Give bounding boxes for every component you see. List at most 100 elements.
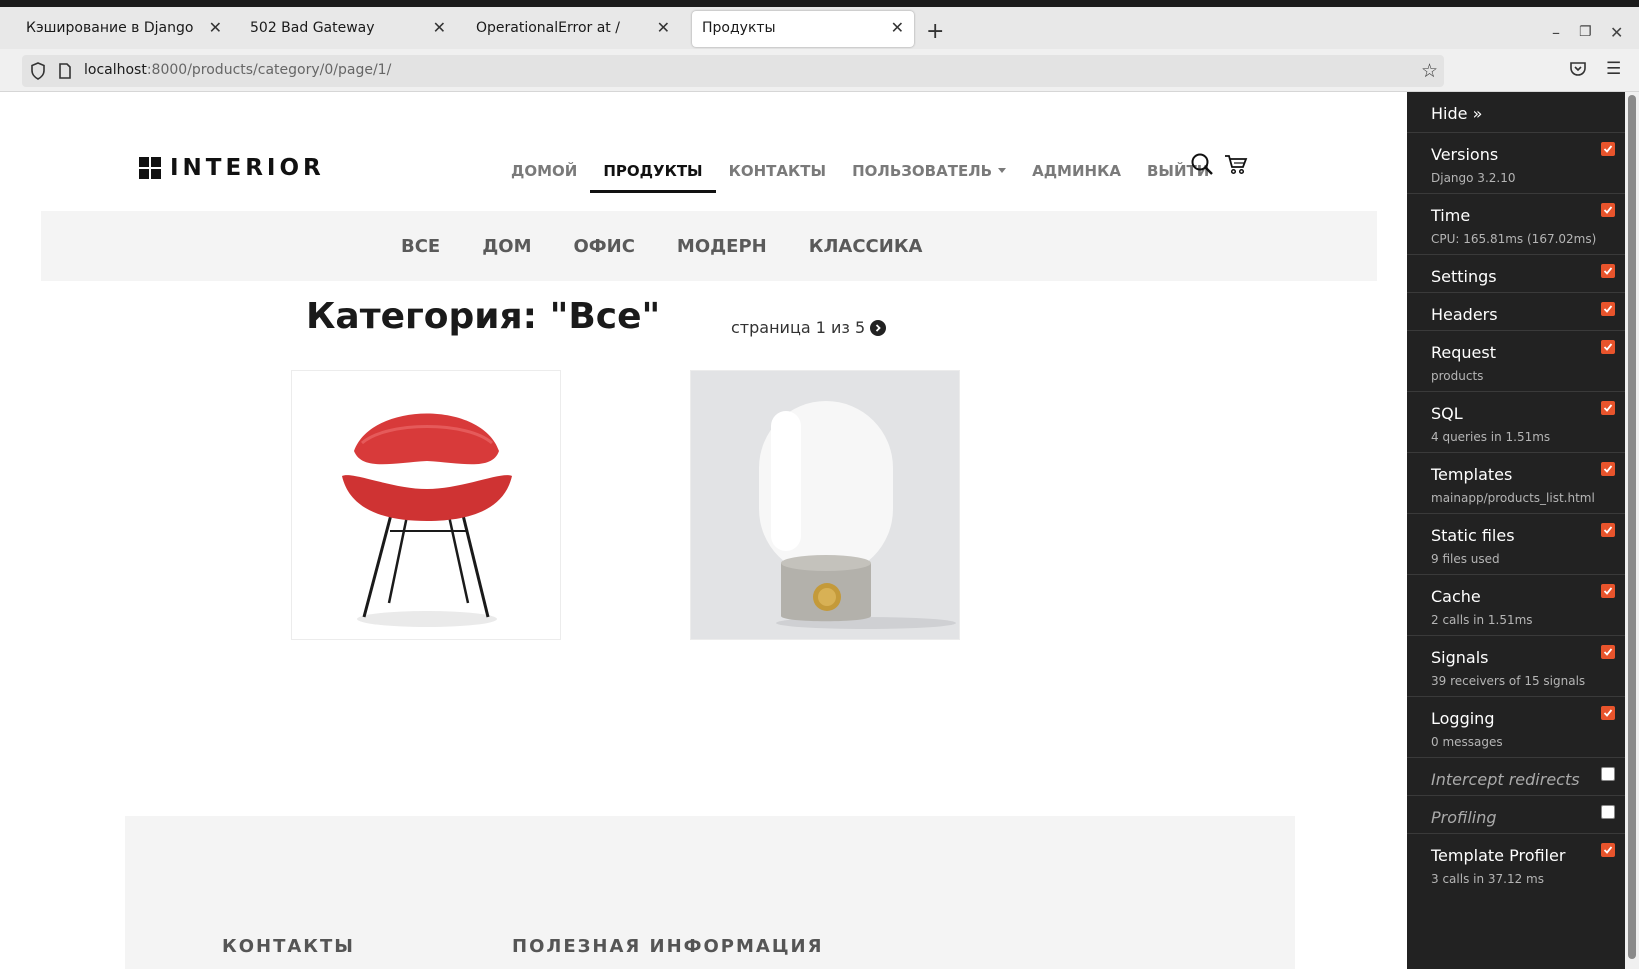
- nav-item-home[interactable]: ДОМОЙ: [511, 162, 577, 180]
- minimize-icon[interactable]: –: [1552, 23, 1560, 42]
- browser-tab[interactable]: 502 Bad Gateway ✕: [236, 11, 456, 47]
- scrollbar-thumb[interactable]: [1628, 95, 1636, 959]
- search-icon[interactable]: [1190, 152, 1214, 176]
- close-icon[interactable]: ✕: [433, 18, 446, 37]
- panel-subtitle: 39 receivers of 15 signals: [1431, 674, 1586, 688]
- divider: [1407, 635, 1625, 636]
- nav-item-admin[interactable]: АДМИНКА: [1032, 162, 1121, 180]
- main-nav: ДОМОЙ ПРОДУКТЫ КОНТАКТЫ ПОЛЬЗОВАТЕЛЬ АДМ…: [511, 162, 1235, 193]
- bookmark-star-icon[interactable]: ☆: [1421, 60, 1438, 82]
- browser-tab-active[interactable]: Продукты ✕: [692, 11, 914, 47]
- panel-title: Static files: [1431, 526, 1515, 545]
- panel-checkbox[interactable]: [1601, 462, 1615, 476]
- nav-item-user[interactable]: ПОЛЬЗОВАТЕЛЬ: [852, 162, 1007, 180]
- hamburger-menu-icon[interactable]: ☰: [1606, 59, 1621, 79]
- panel-checkbox[interactable]: [1601, 142, 1615, 156]
- panel-checkbox[interactable]: [1601, 706, 1615, 720]
- url-path: :8000/products/category/0/page/1/: [146, 62, 392, 78]
- panel-title: Profiling: [1431, 808, 1497, 827]
- panel-title: Headers: [1431, 305, 1498, 324]
- divider: [1407, 292, 1625, 293]
- panel-checkbox[interactable]: [1601, 203, 1615, 217]
- category-modern[interactable]: МОДЕРН: [677, 236, 767, 257]
- shield-icon[interactable]: [30, 62, 46, 80]
- url-text[interactable]: localhost:8000/products/category/0/page/…: [84, 62, 391, 78]
- nav-item-products[interactable]: ПРОДУКТЫ: [590, 162, 716, 193]
- nav-item-contacts[interactable]: КОНТАКТЫ: [729, 162, 826, 180]
- nav-item-user-label: ПОЛЬЗОВАТЕЛЬ: [852, 162, 993, 180]
- panel-subtitle: 2 calls in 1.51ms: [1431, 613, 1533, 627]
- browser-tab[interactable]: OperationalError at / ✕: [460, 11, 680, 47]
- category-home[interactable]: ДОМ: [482, 236, 531, 257]
- close-icon[interactable]: ✕: [209, 18, 222, 37]
- panel-subtitle: 9 files used: [1431, 552, 1500, 566]
- footer: КОНТАКТЫ ПОЛЕЗНАЯ ИНФОРМАЦИЯ: [125, 816, 1295, 969]
- divider: [1407, 757, 1625, 758]
- panel-title: SQL: [1431, 404, 1463, 423]
- divider: [1407, 574, 1625, 575]
- panel-title: Request: [1431, 343, 1496, 362]
- panel-title: Cache: [1431, 587, 1481, 606]
- panel-title: Time: [1431, 206, 1471, 225]
- panel-subtitle: CPU: 165.81ms (167.02ms): [1431, 232, 1597, 246]
- scrollbar[interactable]: [1625, 92, 1639, 969]
- panel-subtitle: 3 calls in 37.12 ms: [1431, 872, 1544, 886]
- panel-checkbox[interactable]: [1601, 843, 1615, 857]
- chair-image: [342, 413, 512, 627]
- window-close-icon[interactable]: ✕: [1610, 23, 1623, 42]
- category-bar: ВСЕ ДОМ ОФИС МОДЕРН КЛАССИКА: [41, 211, 1377, 281]
- panel-title: Settings: [1431, 267, 1497, 286]
- browser-tab[interactable]: Кэширование в Django ✕: [0, 11, 232, 47]
- pocket-icon[interactable]: [1569, 60, 1587, 78]
- footer-contacts-heading: КОНТАКТЫ: [222, 936, 355, 957]
- panel-checkbox[interactable]: [1601, 264, 1615, 278]
- window-top-strip: [0, 0, 1639, 7]
- close-icon[interactable]: ✕: [891, 18, 904, 37]
- panel-subtitle: mainapp/products_list.html: [1431, 491, 1595, 505]
- panel-checkbox[interactable]: [1601, 340, 1615, 354]
- divider: [1407, 193, 1625, 194]
- panel-title: Templates: [1431, 465, 1513, 484]
- address-bar-row: localhost:8000/products/category/0/page/…: [0, 49, 1639, 92]
- divider: [1407, 254, 1625, 255]
- new-tab-icon[interactable]: +: [926, 21, 944, 43]
- category-classic[interactable]: КЛАССИКА: [809, 236, 923, 257]
- panel-checkbox[interactable]: [1601, 584, 1615, 598]
- panel-title: Logging: [1431, 709, 1495, 728]
- website-content: INTERIOR ДОМОЙ ПРОДУКТЫ КОНТАКТЫ ПОЛЬЗОВ…: [0, 92, 1407, 969]
- next-page-icon[interactable]: [870, 319, 887, 336]
- logo-text: INTERIOR: [170, 155, 325, 181]
- pagination: страница 1 из 5: [731, 318, 887, 337]
- product-card-lamp[interactable]: [690, 370, 960, 640]
- logo-mark-icon: [139, 157, 161, 179]
- divider: [1407, 696, 1625, 697]
- cart-icon[interactable]: [1224, 152, 1248, 176]
- restore-icon[interactable]: ❐: [1579, 24, 1592, 40]
- panel-checkbox[interactable]: [1601, 645, 1615, 659]
- address-bar[interactable]: localhost:8000/products/category/0/page/…: [22, 55, 1444, 87]
- divider: [1407, 513, 1625, 514]
- panel-checkbox[interactable]: [1601, 523, 1615, 537]
- caret-down-icon: [998, 168, 1007, 173]
- category-all[interactable]: ВСЕ: [401, 236, 440, 257]
- panel-checkbox[interactable]: [1601, 302, 1615, 316]
- close-icon[interactable]: ✕: [657, 18, 670, 37]
- footer-info-heading: ПОЛЕЗНАЯ ИНФОРМАЦИЯ: [512, 936, 824, 957]
- panel-checkbox[interactable]: [1601, 805, 1615, 819]
- divider: [1407, 132, 1625, 133]
- tab-label: OperationalError at /: [476, 20, 620, 36]
- panel-checkbox[interactable]: [1601, 767, 1615, 781]
- page-icon: [59, 63, 71, 79]
- category-office[interactable]: ОФИС: [573, 236, 634, 257]
- debug-toolbar: Hide » Versions Django 3.2.10 Time CPU: …: [1407, 92, 1625, 969]
- tab-label: Кэширование в Django: [26, 20, 194, 36]
- site-logo[interactable]: INTERIOR: [139, 155, 325, 181]
- hide-toolbar-link[interactable]: Hide »: [1431, 104, 1482, 123]
- panel-checkbox[interactable]: [1601, 401, 1615, 415]
- panel-subtitle: 0 messages: [1431, 735, 1503, 749]
- panel-subtitle: products: [1431, 369, 1484, 383]
- category-title: Категория: "Все": [306, 296, 661, 337]
- pager-text: страница 1 из 5: [731, 318, 866, 337]
- product-card-chair[interactable]: [291, 370, 561, 640]
- tab-label: 502 Bad Gateway: [250, 20, 375, 36]
